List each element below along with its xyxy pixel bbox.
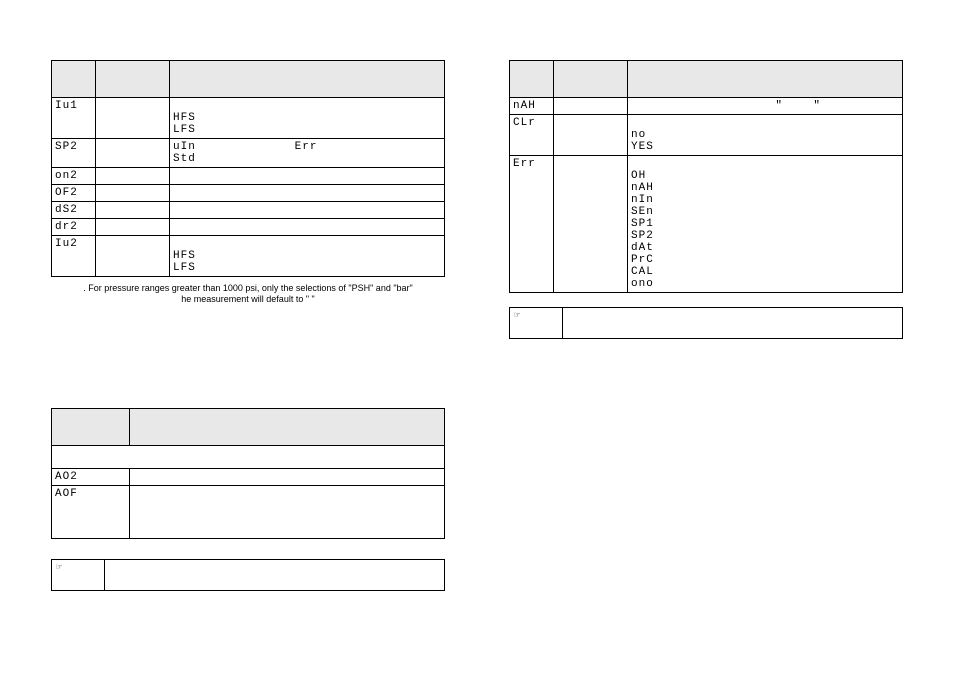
rt-h3	[628, 61, 903, 98]
row-mid	[96, 236, 170, 277]
table-row: OF2	[52, 185, 445, 202]
left-table-2-wrap: AO2 AOF ☞	[51, 408, 445, 591]
row-mid	[554, 98, 628, 115]
row-mid	[96, 185, 170, 202]
row-opts	[170, 168, 445, 185]
table-row: Iu2 HFS LFS	[52, 236, 445, 277]
row-opts: HFS LFS	[170, 98, 445, 139]
left-footnote: . For pressure ranges greater than 1000 …	[51, 283, 445, 306]
row-opts	[170, 219, 445, 236]
span-cell	[52, 446, 445, 469]
lt1-h1	[52, 61, 96, 98]
row-mid	[554, 115, 628, 156]
row-opts: no YES	[628, 115, 903, 156]
row-code: dS2	[52, 202, 96, 219]
row-mid	[554, 156, 628, 293]
row-opts	[130, 469, 445, 486]
row-code: CLr	[510, 115, 554, 156]
row-mid	[96, 139, 170, 168]
row-opts	[170, 202, 445, 219]
table-row: nAH " "	[510, 98, 903, 115]
row-code: AO2	[52, 469, 130, 486]
row-code: OF2	[52, 185, 96, 202]
row-code: SP2	[52, 139, 96, 168]
table-span-row	[52, 446, 445, 469]
table-row: dS2	[52, 202, 445, 219]
row-opts: uIn Err Std	[170, 139, 445, 168]
table-row: AO2	[52, 469, 445, 486]
table-row: SP2 uIn Err Std	[52, 139, 445, 168]
row-opts	[130, 486, 445, 539]
row-code: Iu2	[52, 236, 96, 277]
table-row: Iu1 HFS LFS	[52, 98, 445, 139]
left-info-bar: ☞	[51, 559, 445, 591]
lt1-h2	[96, 61, 170, 98]
pointer-icon: ☞	[52, 560, 105, 591]
row-opts: " "	[628, 98, 903, 115]
left-column: Iu1 HFS LFS SP2 uIn Err Std on2 OF2	[51, 60, 445, 306]
rt-h1	[510, 61, 554, 98]
row-code: nAH	[510, 98, 554, 115]
row-opts: HFS LFS	[170, 236, 445, 277]
row-mid	[96, 219, 170, 236]
lt2-h2	[130, 409, 445, 446]
row-code: dr2	[52, 219, 96, 236]
table-row: dr2	[52, 219, 445, 236]
rt-h2	[554, 61, 628, 98]
row-code: Err	[510, 156, 554, 293]
pointer-icon: ☞	[510, 308, 563, 339]
left-table-1: Iu1 HFS LFS SP2 uIn Err Std on2 OF2	[51, 60, 445, 277]
right-column: nAH " " CLr no YES Err OH nAH nIn SEn SP…	[509, 60, 903, 339]
row-code: on2	[52, 168, 96, 185]
lt2-h1	[52, 409, 130, 446]
row-code: Iu1	[52, 98, 96, 139]
table-row: AOF	[52, 486, 445, 539]
table-row: Err OH nAH nIn SEn SP1 SP2 dAt PrC CAL o…	[510, 156, 903, 293]
row-mid	[96, 168, 170, 185]
info-bar-text	[563, 308, 903, 339]
right-info-bar: ☞	[509, 307, 903, 339]
info-bar-text	[105, 560, 445, 591]
row-code: AOF	[52, 486, 130, 539]
page: Iu1 HFS LFS SP2 uIn Err Std on2 OF2	[0, 0, 954, 675]
table-row: CLr no YES	[510, 115, 903, 156]
right-table: nAH " " CLr no YES Err OH nAH nIn SEn SP…	[509, 60, 903, 293]
row-mid	[96, 98, 170, 139]
table-row: on2	[52, 168, 445, 185]
row-opts: OH nAH nIn SEn SP1 SP2 dAt PrC CAL ono	[628, 156, 903, 293]
row-mid	[96, 202, 170, 219]
row-opts	[170, 185, 445, 202]
lt1-h3	[170, 61, 445, 98]
left-table-2: AO2 AOF	[51, 408, 445, 539]
